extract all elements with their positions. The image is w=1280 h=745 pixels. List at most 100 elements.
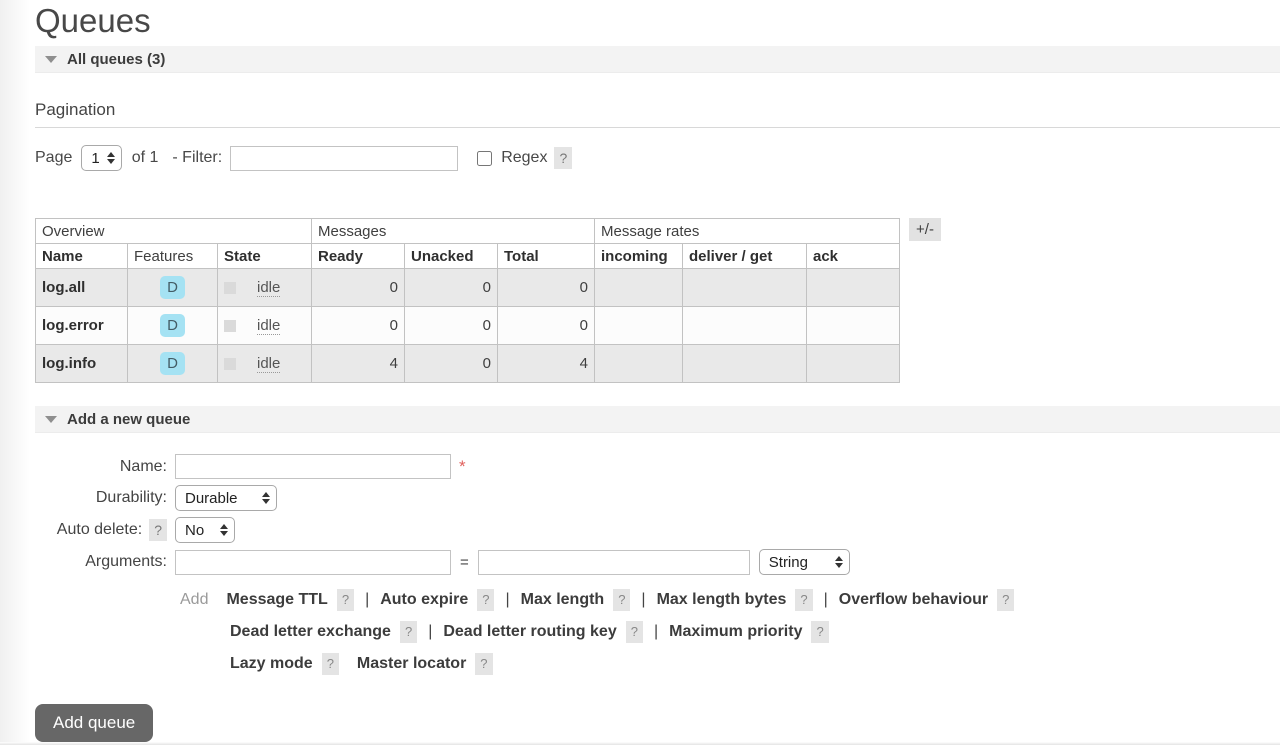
auto-delete-field-label: Auto delete: [56,521,143,538]
durability-select[interactable]: Durable [175,485,277,511]
page-select-value: 1 [91,149,100,167]
name-field-label: Name: [119,457,167,475]
durable-badge: D [160,352,185,375]
column-selector-button[interactable]: +/- [909,218,941,241]
required-marker: * [459,456,466,476]
lazy-mode-help-icon[interactable]: ? [321,653,339,675]
state-label: idle [257,278,281,297]
max-length-bytes-help-icon[interactable]: ? [795,589,813,611]
section-add-queue[interactable]: Add a new queue [35,406,1280,433]
col-header-ack[interactable]: ack [805,243,901,269]
queues-table-zone: Overview Messages Message rates Name Fea… [35,218,1280,383]
equals-sign: = [460,553,469,571]
message-ttl-help-icon[interactable]: ? [336,589,355,611]
regex-help-icon[interactable]: ? [554,147,573,169]
add-argument-label: Add [180,591,209,608]
state-label: idle [257,354,281,373]
col-header-incoming[interactable]: incoming [594,243,683,269]
auto-delete-select[interactable]: No [175,517,235,543]
group-messages: Messages [311,218,595,244]
maximum-priority-help-icon[interactable]: ? [811,621,829,643]
pagination-heading: Pagination [35,100,116,119]
arg-link-master-locator[interactable]: Master locator [357,655,466,673]
deliver-get-rate [682,306,807,345]
ack-rate [805,306,901,345]
master-locator-help-icon[interactable]: ? [475,653,493,675]
col-header-ready[interactable]: Ready [311,243,405,269]
col-header-deliver-get[interactable]: deliver / get [682,243,807,269]
col-header-state[interactable]: State [217,243,312,269]
arg-link-auto-expire[interactable]: Auto expire [380,591,468,609]
arg-link-dead-letter-exchange[interactable]: Dead letter exchange [230,623,391,641]
ready-count: 0 [311,268,405,307]
arg-link-message-ttl[interactable]: Message TTL [226,591,327,609]
queues-page: Queues All queues (3) Pagination Page 1 … [0,0,1280,745]
col-header-features: Features [127,243,218,269]
add-queue-form: Name: * Durability: Durable Auto delete:… [35,454,1280,742]
unacked-count: 0 [404,268,498,307]
filter-input[interactable] [230,145,459,171]
col-header-unacked[interactable]: Unacked [404,243,498,269]
auto-delete-help-icon[interactable]: ? [149,519,167,541]
max-length-help-icon[interactable]: ? [613,589,631,611]
auto-expire-help-icon[interactable]: ? [477,589,495,611]
section-all-queues-label: All queues (3) [67,50,166,68]
argument-type-select[interactable]: String [758,549,850,575]
page-label: Page [35,149,73,166]
arg-link-lazy-mode[interactable]: Lazy mode [230,655,313,673]
queue-name-link[interactable]: log.error [35,306,128,345]
overflow-behaviour-help-icon[interactable]: ? [997,589,1015,611]
dead-letter-exchange-help-icon[interactable]: ? [399,621,418,643]
dead-letter-routing-key-help-icon[interactable]: ? [625,621,643,643]
col-header-name[interactable]: Name [35,243,128,269]
incoming-rate [594,268,683,307]
deliver-get-rate [682,268,807,307]
queue-name-link[interactable]: log.info [35,344,128,383]
deliver-get-rate [682,344,807,383]
argument-shortcuts: Add Message TTL? Auto expire? Max length… [180,584,1280,680]
durable-badge: D [160,314,185,337]
stepper-arrows-icon [106,152,115,164]
incoming-rate [594,306,683,345]
argument-value-input[interactable] [477,549,750,575]
argument-type-select-value: String [768,553,808,571]
arg-link-maximum-priority[interactable]: Maximum priority [669,623,802,641]
auto-delete-select-value: No [185,521,205,539]
state-indicator-icon [224,357,236,370]
arg-link-overflow-behaviour[interactable]: Overflow behaviour [839,591,988,609]
page-of-label: of 1 [131,149,159,166]
regex-checkbox[interactable] [477,150,493,166]
pagination-divider [35,127,1280,128]
durability-field-label: Durability: [95,489,167,506]
durable-badge: D [160,276,185,299]
ready-count: 0 [311,306,405,345]
state-indicator-icon [224,281,236,294]
durability-select-value: Durable [185,489,238,507]
group-message-rates: Message rates [593,218,901,244]
section-all-queues[interactable]: All queues (3) [35,46,1280,73]
queues-table: Overview Messages Message rates Name Fea… [35,218,901,383]
pagination-controls: Page 1 of 1 - Filter: Regex ? [35,145,1280,171]
arg-link-max-length-bytes[interactable]: Max length bytes [657,591,787,609]
add-queue-button[interactable]: Add queue [35,704,154,742]
total-count: 0 [497,306,595,345]
collapse-triangle-icon [45,415,57,423]
stepper-arrows-icon [220,524,228,536]
ack-rate [805,268,901,307]
page-title: Queues [35,2,151,39]
queue-name-input[interactable] [175,454,451,479]
arg-link-dead-letter-routing-key[interactable]: Dead letter routing key [443,623,616,641]
state-indicator-icon [224,319,236,332]
page-select[interactable]: 1 [81,145,122,171]
unacked-count: 0 [404,306,498,345]
argument-key-input[interactable] [175,549,451,575]
incoming-rate [594,344,683,383]
table-row: log.all D idle 0 0 0 [35,268,901,307]
stepper-arrows-icon [834,556,843,568]
section-add-queue-label: Add a new queue [67,410,191,428]
arg-link-max-length[interactable]: Max length [521,591,605,609]
queue-name-link[interactable]: log.all [35,268,128,307]
table-row: log.info D idle 4 0 4 [35,344,901,383]
col-header-total[interactable]: Total [497,243,595,269]
state-label: idle [257,316,281,335]
